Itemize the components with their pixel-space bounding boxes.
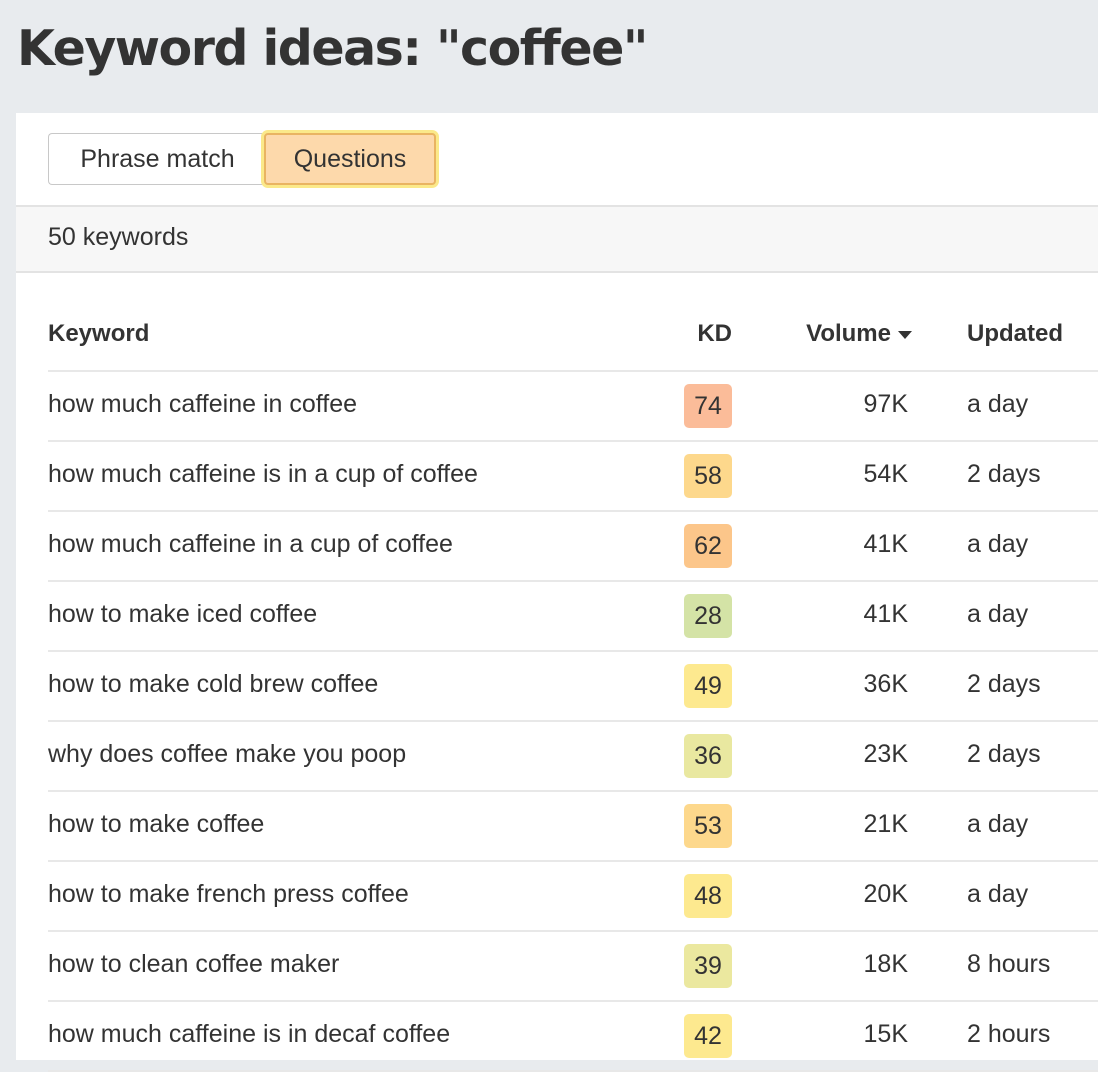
- keyword-count-bar: 50 keywords: [16, 205, 1098, 273]
- table-body: how much caffeine in coffee 74 97K a day…: [48, 372, 1098, 1072]
- keyword-link[interactable]: how to make cold brew coffee: [48, 670, 378, 699]
- kd-badge: 74: [684, 384, 732, 428]
- keyword-link[interactable]: why does coffee make you poop: [48, 740, 406, 769]
- volume-value: 18K: [863, 950, 908, 978]
- column-header-updated[interactable]: Updated: [967, 320, 1063, 348]
- updated-value: a day: [967, 530, 1029, 558]
- updated-value: a day: [967, 810, 1029, 838]
- table-header: Keyword KD Volume Updated: [48, 300, 1098, 372]
- updated-value: 2 hours: [967, 1020, 1051, 1048]
- page-title: Keyword ideas: "coffee": [17, 20, 648, 77]
- table-row: how to make coffee 53 21K a day: [48, 792, 1098, 862]
- kd-badge: 53: [684, 804, 732, 848]
- table-row: how to make cold brew coffee 49 36K 2 da…: [48, 652, 1098, 722]
- phrase-match-button[interactable]: Phrase match: [48, 133, 264, 185]
- kd-badge: 49: [684, 664, 732, 708]
- keyword-link[interactable]: how to make coffee: [48, 810, 264, 839]
- volume-value: 36K: [863, 670, 908, 698]
- keyword-count: 50 keywords: [48, 223, 189, 251]
- column-header-volume[interactable]: Volume: [792, 320, 912, 348]
- caret-down-icon: [898, 330, 912, 339]
- kd-badge: 36: [684, 734, 732, 778]
- column-header-volume-label: Volume: [806, 320, 891, 347]
- volume-value: 20K: [863, 880, 908, 908]
- volume-value: 97K: [863, 390, 908, 418]
- volume-value: 54K: [863, 460, 908, 488]
- table-row: how to make french press coffee 48 20K a…: [48, 862, 1098, 932]
- keyword-link[interactable]: how much caffeine in coffee: [48, 390, 357, 419]
- kd-badge: 58: [684, 454, 732, 498]
- updated-value: a day: [967, 880, 1029, 908]
- table-row: why does coffee make you poop 36 23K 2 d…: [48, 722, 1098, 792]
- volume-value: 21K: [863, 810, 908, 838]
- table-row: how to clean coffee maker 39 18K 8 hours: [48, 932, 1098, 1002]
- kd-badge: 42: [684, 1014, 732, 1058]
- keyword-link[interactable]: how much caffeine is in a cup of coffee: [48, 460, 478, 489]
- updated-value: a day: [967, 390, 1029, 418]
- kd-badge: 62: [684, 524, 732, 568]
- column-header-keyword[interactable]: Keyword: [48, 320, 149, 348]
- updated-value: 8 hours: [967, 950, 1051, 978]
- keyword-link[interactable]: how to clean coffee maker: [48, 950, 339, 979]
- volume-value: 23K: [863, 740, 908, 768]
- volume-value: 41K: [863, 600, 908, 628]
- kd-badge: 48: [684, 874, 732, 918]
- match-type-toggle: Phrase match Questions: [48, 133, 436, 185]
- keywords-table: Keyword KD Volume Updated how much caffe…: [48, 300, 1098, 1072]
- table-row: how much caffeine in coffee 74 97K a day: [48, 372, 1098, 442]
- volume-value: 41K: [863, 530, 908, 558]
- kd-badge: 39: [684, 944, 732, 988]
- volume-value: 15K: [863, 1020, 908, 1048]
- keyword-link[interactable]: how much caffeine in a cup of coffee: [48, 530, 453, 559]
- table-row: how to make iced coffee 28 41K a day: [48, 582, 1098, 652]
- questions-button[interactable]: Questions: [264, 133, 436, 185]
- updated-value: 2 days: [967, 460, 1041, 488]
- table-row: how much caffeine is in a cup of coffee …: [48, 442, 1098, 512]
- table-row: how much caffeine in a cup of coffee 62 …: [48, 512, 1098, 582]
- updated-value: 2 days: [967, 740, 1041, 768]
- updated-value: a day: [967, 600, 1029, 628]
- column-header-kd[interactable]: KD: [648, 320, 732, 348]
- keyword-link[interactable]: how to make iced coffee: [48, 600, 317, 629]
- table-row: how much caffeine is in decaf coffee 42 …: [48, 1002, 1098, 1072]
- keyword-link[interactable]: how much caffeine is in decaf coffee: [48, 1020, 450, 1049]
- keyword-ideas-panel: Phrase match Questions 50 keywords Keywo…: [16, 113, 1098, 1072]
- kd-badge: 28: [684, 594, 732, 638]
- keyword-link[interactable]: how to make french press coffee: [48, 880, 409, 909]
- updated-value: 2 days: [967, 670, 1041, 698]
